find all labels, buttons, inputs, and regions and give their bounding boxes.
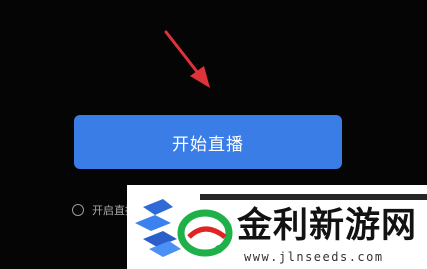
start-live-button[interactable]: 开始直播 [74, 115, 342, 169]
watermark-title: 金利新游网 [237, 205, 418, 246]
option-radio[interactable] [72, 204, 84, 216]
jlnseeds-logo-icon [135, 199, 233, 257]
watermark-top-edge [200, 194, 427, 200]
start-live-button-label: 开始直播 [172, 134, 244, 155]
watermark-url: www.jlnseeds.com [244, 250, 384, 264]
